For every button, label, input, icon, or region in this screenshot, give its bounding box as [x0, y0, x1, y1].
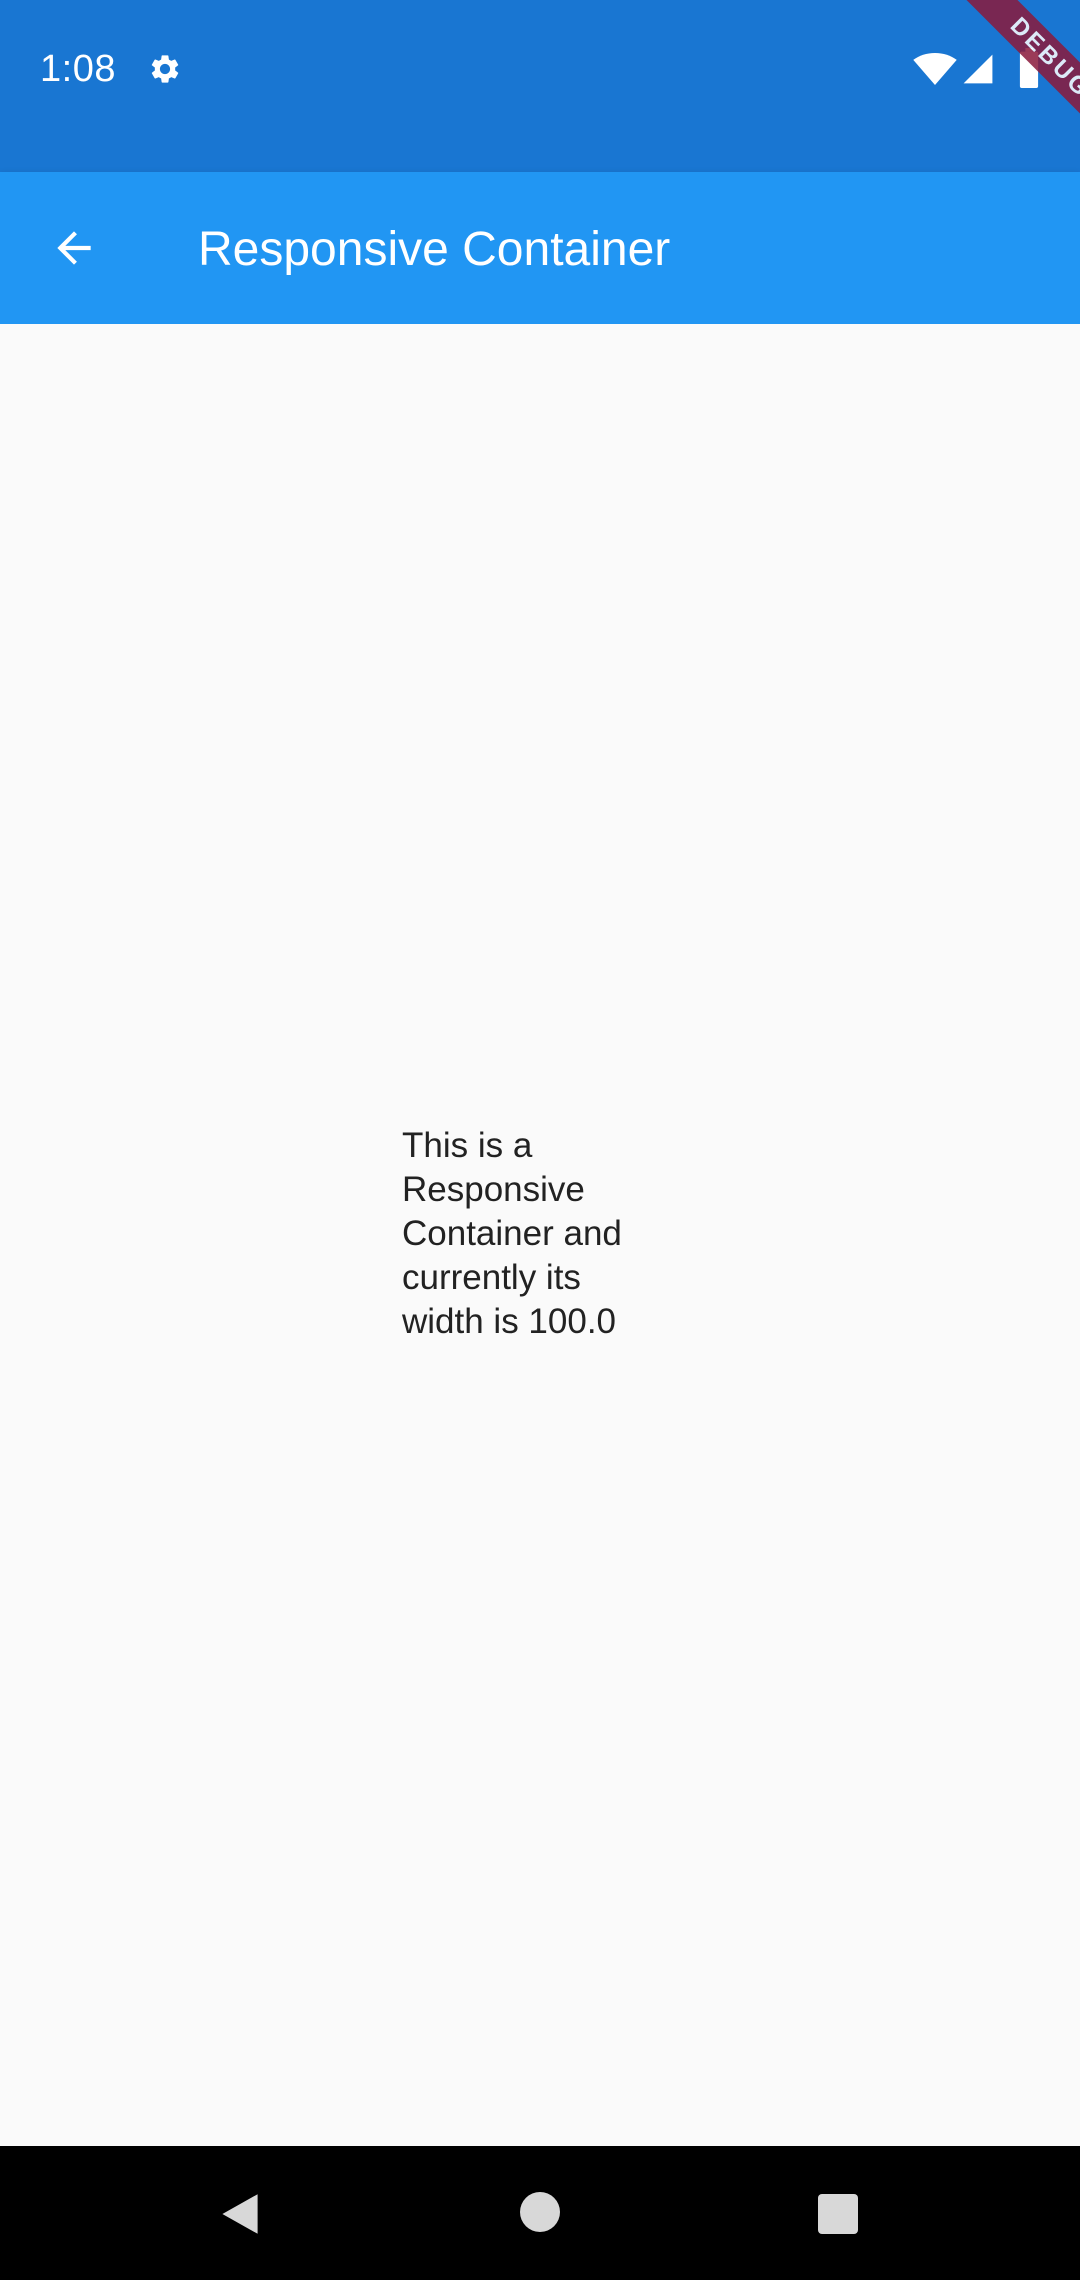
arrow-back-icon — [57, 231, 91, 265]
main-content: This is a Responsive Container and curre… — [0, 324, 1080, 2146]
recents-square-icon[interactable] — [818, 2194, 858, 2234]
responsive-container: This is a Responsive Container and curre… — [402, 1124, 662, 1344]
back-triangle-icon[interactable] — [218, 2192, 262, 2236]
status-time: 1:08 — [40, 48, 116, 90]
back-button[interactable] — [34, 208, 114, 288]
system-navigation-bar — [0, 2146, 1080, 2280]
battery-icon — [1019, 48, 1039, 88]
app-bar: Responsive Container — [0, 172, 1080, 324]
wifi-icon — [913, 52, 957, 86]
signal-icon — [963, 54, 993, 84]
page-title: Responsive Container — [198, 223, 671, 276]
home-circle-icon[interactable] — [520, 2192, 560, 2232]
status-bar: 1:08 — [0, 0, 1080, 172]
gear-icon — [151, 55, 179, 83]
responsive-container-text: This is a Responsive Container and curre… — [402, 1126, 622, 1341]
